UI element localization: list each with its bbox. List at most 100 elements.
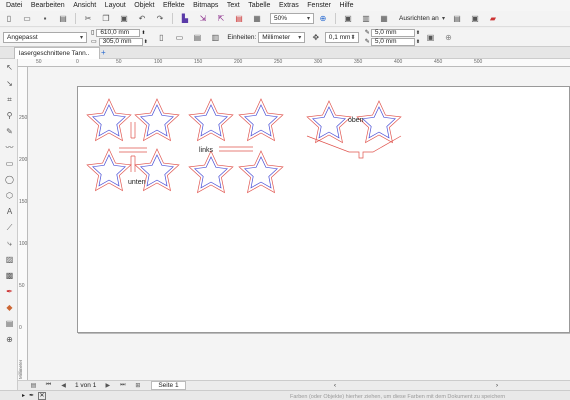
align-to-dropdown[interactable]: Ausrichten an ▾ [396,13,448,24]
units-value: Millimeter [262,33,291,41]
menu-extras[interactable]: Extras [279,2,299,9]
document-tab[interactable]: lasergeschnittene Tann.. [14,47,100,59]
smart-fill-icon[interactable]: ▤ [4,318,15,329]
portrait-icon[interactable]: ▯ [156,32,167,43]
page-size-dropdown[interactable]: Angepasst ▾ [3,31,87,43]
menu-hilfe[interactable]: Hilfe [340,2,354,9]
zoom-in-icon[interactable]: ⊕ [318,13,329,24]
document-palette: ▸ ✒ ✕ Farben (oder Objekte) hierher zieh… [0,390,570,400]
all-pages-icon[interactable]: ▤ [192,32,203,43]
full-screen-icon[interactable]: ▣ [343,13,354,24]
menu-layout[interactable]: Layout [105,2,126,9]
crop-tool-icon[interactable]: ⌗ [4,94,15,105]
dup-x-input[interactable]: 5,0 mm [370,28,415,37]
ruler-unit-label: Millimeter [18,359,23,379]
dup-x-spinner-icon[interactable]: ⬍ [416,30,420,36]
show-rulers-icon[interactable]: ▥ [361,13,372,24]
no-color-swatch[interactable]: ✕ [38,391,47,400]
search-content-icon[interactable]: ▙ [180,13,191,24]
app-window-icon[interactable]: ▣ [470,13,481,24]
zoom-tool-icon[interactable]: ⚲ [4,110,15,121]
options-icon[interactable]: ▤ [452,13,463,24]
artistic-media-icon[interactable]: 〰 [4,142,15,153]
add-tool-icon[interactable]: ⊕ [4,334,15,345]
menu-bearbeiten[interactable]: Bearbeiten [31,2,65,9]
landscape-icon[interactable]: ▭ [174,32,185,43]
save-icon[interactable]: ▪ [40,13,51,24]
shape-tool-icon[interactable]: ↘ [4,78,15,89]
import-icon[interactable]: ⇲ [198,13,209,24]
scroll-left-icon[interactable]: ‹ [334,383,336,389]
interactive-fill-icon[interactable]: ◆ [4,302,15,313]
menu-text[interactable]: Text [227,2,240,9]
palette-arrow-icon[interactable]: ▸ [22,392,25,399]
drawing-shapes[interactable]: unten links oben [77,86,570,333]
page-options-icon[interactable]: ▣ [425,32,436,43]
label-unten[interactable]: unten [128,179,146,186]
publish-pdf-icon[interactable]: ▤ [234,13,245,24]
nudge-icon: ✥ [312,32,320,42]
dup-y-input[interactable]: 5,0 mm [370,37,415,46]
polygon-tool-icon[interactable]: ⬡ [4,190,15,201]
paste-icon[interactable]: ▣ [119,13,130,24]
connector-tool-icon[interactable]: ⤷ [4,238,15,249]
eyedropper-icon[interactable]: ✒ [29,392,34,399]
copy-icon[interactable]: ❐ [101,13,112,24]
star-group-links[interactable] [188,98,284,194]
text-tool-icon[interactable]: A [4,206,15,217]
menu-ansicht[interactable]: Ansicht [73,2,96,9]
palette-hint: Farben (oder Objekte) hierher ziehen, um… [290,394,506,400]
drop-shadow-icon[interactable]: ▨ [4,254,15,265]
cut-icon[interactable]: ✂ [83,13,94,24]
spinner-icon[interactable]: ⬍ [350,34,355,41]
print-icon[interactable]: ▤ [58,13,69,24]
eyedropper-icon[interactable]: ✒ [4,286,15,297]
menu-fenster[interactable]: Fenster [307,2,331,9]
dup-x-value: 5,0 mm [374,29,397,36]
dup-y-icon: ✎ [364,39,370,45]
open-icon[interactable]: ▭ [22,13,33,24]
transparency-icon[interactable]: ▩ [4,270,15,281]
page-width-input[interactable]: 610,0 mm [96,28,141,37]
export-icon[interactable]: ⇱ [216,13,227,24]
redo-icon[interactable]: ↷ [155,13,166,24]
height-spinner-icon[interactable]: ⬍ [144,39,148,45]
scroll-right-icon[interactable]: › [496,383,498,389]
menu-effekte[interactable]: Effekte [163,2,185,9]
app-launcher-icon[interactable]: ▦ [252,13,263,24]
page-height-value: 305,0 mm [102,38,132,45]
show-grid-icon[interactable]: ▦ [379,13,390,24]
horizontal-ruler[interactable]: 50 0 50 100 150 200 250 300 350 400 450 … [18,59,570,67]
pick-tool-icon[interactable]: ↖ [4,62,15,73]
label-oben[interactable]: oben [348,117,364,124]
label-links[interactable]: links [199,147,214,154]
document-tab-title: lasergeschnittene Tann.. [19,50,90,57]
add-icon[interactable]: ⊕ [443,32,454,43]
ruler-label: 250 [274,59,283,65]
menu-tabelle[interactable]: Tabelle [248,2,270,9]
dup-y-spinner-icon[interactable]: ⬍ [416,39,420,45]
new-document-icon[interactable]: ▯ [4,13,15,24]
current-page-icon[interactable]: ▥ [210,32,221,43]
page-tab[interactable]: Seite 1 [151,381,186,390]
menu-datei[interactable]: Datei [6,2,22,9]
launch-icon[interactable]: ▰ [488,13,499,24]
star-group-unten[interactable] [86,98,180,192]
undo-icon[interactable]: ↶ [137,13,148,24]
nudge-distance-input[interactable]: 0,1 mm ⬍ [324,31,359,43]
parallel-dimension-icon[interactable]: ⟋ [4,222,15,233]
ellipse-tool-icon[interactable]: ◯ [4,174,15,185]
page-height-input[interactable]: 305,0 mm [98,37,143,46]
freehand-tool-icon[interactable]: ✎ [4,126,15,137]
rectangle-tool-icon[interactable]: ▭ [4,158,15,169]
standard-toolbar: ▯ ▭ ▪ ▤ ✂ ❐ ▣ ↶ ↷ ▙ ⇲ ⇱ ▤ ▦ 50% ▾ ⊕ ▣ ▥ … [0,11,570,27]
width-spinner-icon[interactable]: ⬍ [141,30,145,36]
add-tab-button[interactable]: + [101,49,109,57]
menu-objekt[interactable]: Objekt [134,2,154,9]
zoom-dropdown[interactable]: 50% ▾ [270,13,314,24]
connector-outline [119,147,147,153]
units-dropdown[interactable]: Millimeter ▾ [258,31,306,43]
star-group-oben[interactable] [306,100,402,159]
vertical-ruler[interactable]: 250 200 150 100 50 0 Millimeter [18,67,28,380]
menu-bitmaps[interactable]: Bitmaps [193,2,218,9]
